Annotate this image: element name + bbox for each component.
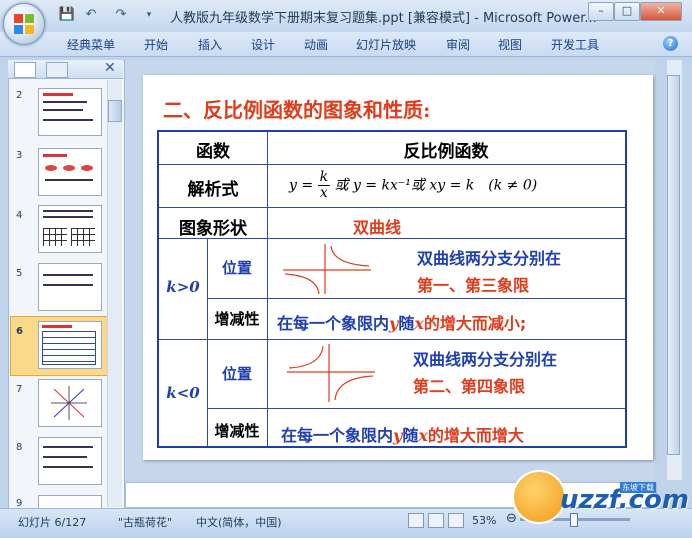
formula-fraction: k x xyxy=(317,169,331,201)
table-rule xyxy=(207,298,625,299)
table-rule xyxy=(267,238,268,446)
slideshow-view-button[interactable] xyxy=(448,513,464,528)
undo-icon[interactable]: ↶ xyxy=(82,6,100,24)
window-title: 人教版九年级数学下册期末复习题集.ppt [兼容模式] - Microsoft … xyxy=(170,11,597,26)
hyperbola-quadrants-1-3-graph xyxy=(283,244,371,295)
slide-thumbnail[interactable] xyxy=(38,88,102,136)
k-positive-position-line1: 双曲线两分支分别在 xyxy=(417,249,562,268)
normal-view-button[interactable] xyxy=(408,513,424,528)
slide-title: 二、反比例函数的图象和性质: xyxy=(163,98,431,122)
thumbnail-number: 5 xyxy=(16,268,23,279)
save-icon[interactable]: 💾 xyxy=(58,6,76,24)
slide-thumbnail-graphic xyxy=(51,386,87,420)
formula-denominator: x xyxy=(319,185,328,201)
slide-thumbnail[interactable] xyxy=(38,205,102,253)
thumbnail-number: 3 xyxy=(16,150,23,161)
tab-design[interactable]: 设计 xyxy=(251,36,275,53)
k-negative-mono-mid: 随 xyxy=(402,426,419,445)
formula-expression: y = k x 或 y = kx⁻¹或 xy = k (k ≠ 0) xyxy=(289,169,538,201)
tab-developer[interactable]: 开发工具 xyxy=(551,36,599,53)
slide-thumbnail[interactable] xyxy=(38,437,102,485)
k-positive-position-line2: 第一、第三象限 xyxy=(417,276,530,295)
slide-thumbnail[interactable] xyxy=(38,263,102,311)
table-rule xyxy=(159,339,625,340)
k-negative-position-line1: 双曲线两分支分别在 xyxy=(413,350,558,369)
k-positive-position-label: 位置 xyxy=(221,259,252,277)
redo-icon[interactable]: ↷ xyxy=(112,6,130,24)
graph-shape-value: 双曲线 xyxy=(352,218,401,237)
help-icon[interactable]: ? xyxy=(663,36,678,51)
minimize-button[interactable]: – xyxy=(588,2,614,21)
zoom-slider-knob[interactable] xyxy=(570,513,578,527)
k-positive-mono-y: y xyxy=(389,314,399,333)
tab-insert[interactable]: 插入 xyxy=(198,36,222,53)
row-label-formula: 解析式 xyxy=(187,180,239,200)
k-positive-monotonic-text: 在每一个象限内y随x的增大而减小; xyxy=(277,310,526,334)
table-header-function: 函数 xyxy=(196,142,230,162)
slide-thumbnail[interactable] xyxy=(38,379,102,427)
thumbnail-scrollbar[interactable] xyxy=(107,80,122,507)
k-negative-label: k<0 xyxy=(166,384,200,402)
office-button[interactable] xyxy=(3,3,45,45)
zoom-level: 53% xyxy=(472,514,497,527)
thumbnail-number: 4 xyxy=(16,210,23,221)
tab-slideshow[interactable]: 幻灯片放映 xyxy=(356,36,416,53)
thumbnail-number: 2 xyxy=(16,90,23,101)
k-negative-mono-suffix: 的增大而增大 xyxy=(427,426,524,445)
close-button[interactable]: ✕ xyxy=(640,2,682,21)
office-logo-icon xyxy=(14,14,34,34)
thumbnail-number: 7 xyxy=(16,384,23,395)
watermark-badge: 东坡下载 xyxy=(620,482,656,493)
tab-view[interactable]: 视图 xyxy=(498,36,522,53)
k-negative-monotonic-label: 增减性 xyxy=(214,422,260,440)
k-positive-mono-x: x xyxy=(414,314,424,333)
k-positive-monotonic-label: 增减性 xyxy=(214,310,260,328)
k-positive-mono-prefix: 在每一个象限内 xyxy=(277,314,390,333)
table-rule xyxy=(159,164,625,165)
slide-sorter-view-button[interactable] xyxy=(428,513,444,528)
k-positive-mono-suffix: 的增大而减小; xyxy=(423,314,527,333)
formula-y: y xyxy=(289,177,297,194)
customize-quick-access-icon[interactable]: ▾ xyxy=(140,6,158,24)
hyperbola-quadrants-2-4-graph xyxy=(287,344,375,402)
thumbnail-scrollbar-thumb[interactable] xyxy=(108,100,122,122)
k-positive-mono-mid: 随 xyxy=(398,314,415,333)
outline-tab-icon[interactable] xyxy=(46,62,68,78)
k-negative-mono-prefix: 在每一个象限内 xyxy=(281,426,394,445)
k-negative-mono-y: y xyxy=(393,426,403,445)
theme-name: "古瓶荷花" xyxy=(118,516,173,529)
properties-table: 函数 反比例函数 解析式 y = k x 或 y = kx⁻¹或 xy = k … xyxy=(157,130,627,448)
tab-classic-menu[interactable]: 经典菜单 xyxy=(67,36,115,53)
slide-thumbnail-selected[interactable] xyxy=(38,321,102,369)
thumbnail-number: 8 xyxy=(16,442,23,453)
k-negative-position-line2: 第二、第四象限 xyxy=(413,377,526,396)
row-label-graph-shape: 图象形状 xyxy=(179,219,247,239)
watermark-logo-icon xyxy=(512,470,566,524)
maximize-button[interactable]: □ xyxy=(614,2,640,21)
tab-review[interactable]: 审阅 xyxy=(446,36,470,53)
slide-scrollbar-thumb[interactable] xyxy=(667,75,680,455)
k-negative-position-label: 位置 xyxy=(221,365,252,383)
zoom-out-icon[interactable]: ⊖ xyxy=(506,511,517,526)
slide-thumbnail[interactable] xyxy=(38,148,102,196)
k-negative-monotonic-text: 在每一个象限内y随x的增大而增大 xyxy=(281,422,524,446)
tab-home[interactable]: 开始 xyxy=(144,36,168,53)
table-rule xyxy=(159,207,625,208)
formula-alternatives: 或 y = kx⁻¹或 xy = k (k ≠ 0) xyxy=(334,177,538,194)
table-header-inverse-proportion: 反比例函数 xyxy=(403,142,489,162)
slide-thumbnail[interactable] xyxy=(38,495,102,508)
formula-numerator: k xyxy=(317,169,331,186)
slides-tab-icon[interactable] xyxy=(14,62,36,78)
thumbnail-number-selected: 6 xyxy=(16,326,23,337)
close-panel-icon[interactable]: ✕ xyxy=(104,60,116,76)
language-indicator: 中文(简体，中国) xyxy=(196,516,282,529)
tab-animation[interactable]: 动画 xyxy=(304,36,328,53)
slide-indicator: 幻灯片 6/127 xyxy=(18,516,87,529)
k-negative-mono-x: x xyxy=(418,426,428,445)
k-positive-label: k>0 xyxy=(166,278,200,296)
table-rule xyxy=(207,408,625,409)
